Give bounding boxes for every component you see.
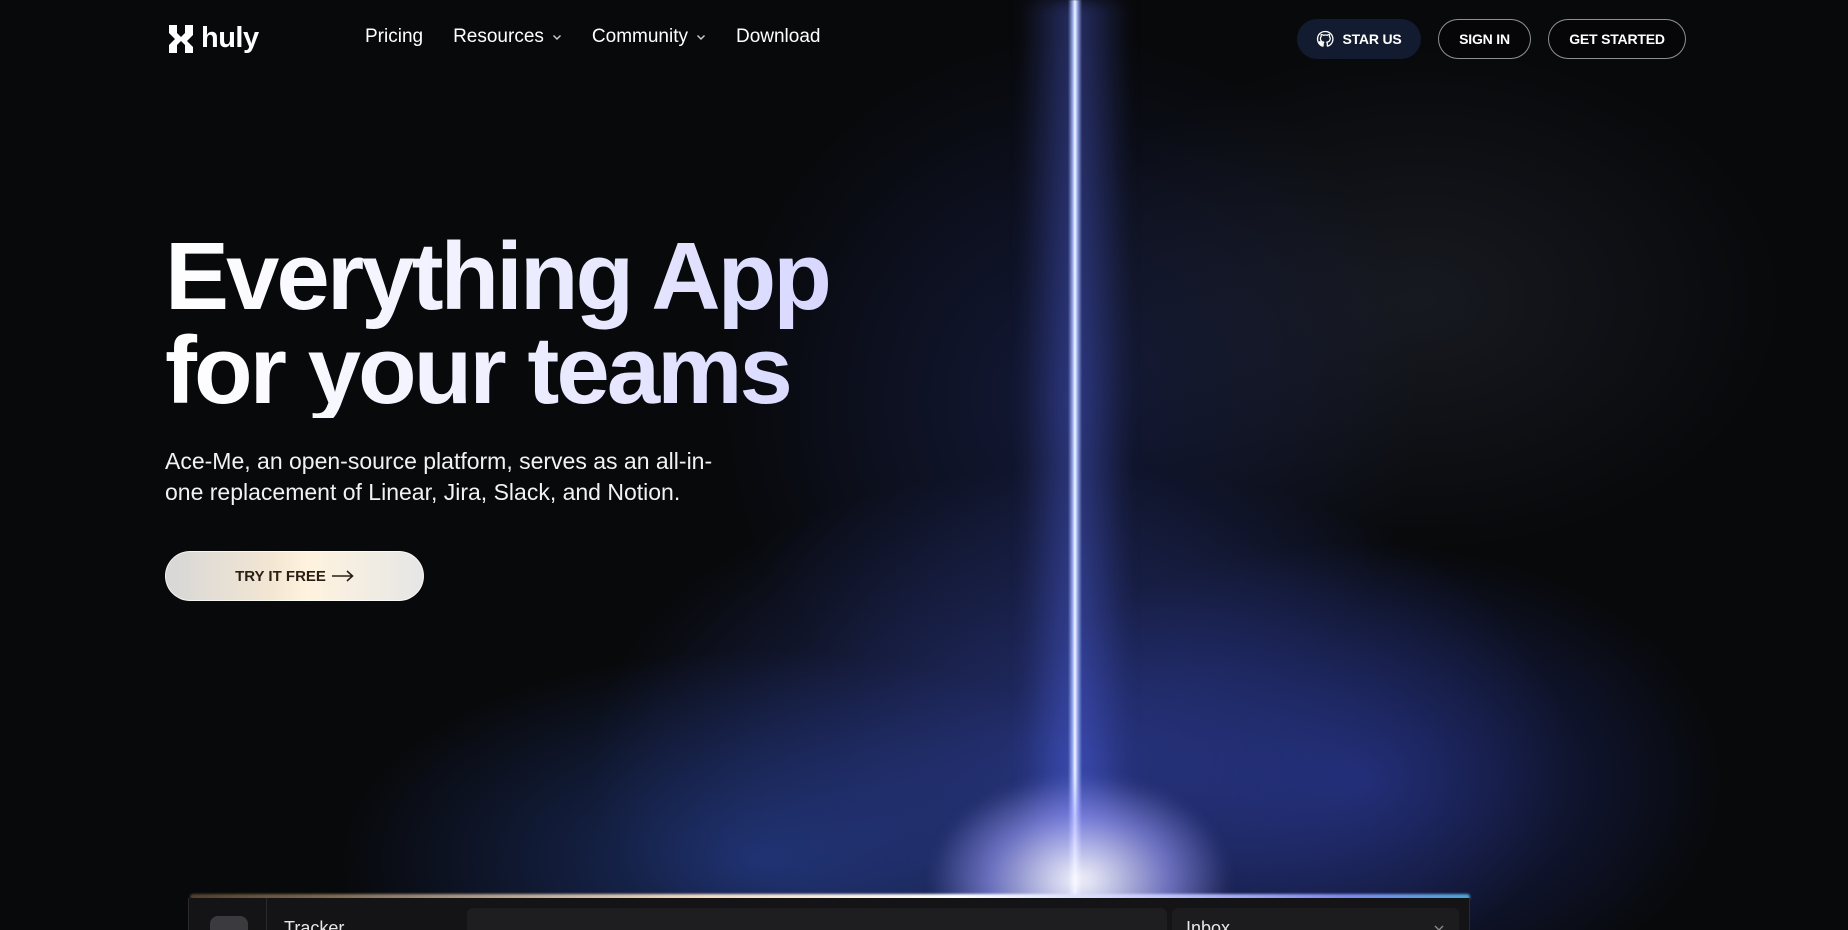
hero-subtitle: Ace-Me, an open-source platform, serves … — [165, 448, 713, 505]
hero-section: Everything App for your teams Ace-Me, an… — [165, 230, 829, 508]
chevron-down-icon — [1434, 925, 1444, 930]
get-started-button[interactable]: GET STARTED — [1548, 19, 1686, 59]
nav-item-label: Community — [591, 26, 688, 47]
nav-item-community[interactable]: Community — [592, 26, 706, 48]
headline-line-1: Everything App — [165, 223, 829, 330]
preview-section-title: Tracker — [284, 918, 345, 930]
try-it-free-label: TRY IT FREE — [235, 567, 326, 585]
sign-in-button[interactable]: SIGN IN — [1438, 19, 1531, 59]
nav-item-label: Resources — [453, 26, 544, 47]
github-icon — [1317, 30, 1335, 47]
preview-sidebar — [189, 898, 267, 930]
chevron-down-icon — [696, 35, 705, 40]
nav-item-label: Download — [735, 26, 821, 47]
light-beam-base-glow — [860, 640, 1300, 920]
preview-search-bar[interactable] — [467, 908, 1167, 930]
try-it-free-button[interactable]: TRY IT FREE — [165, 551, 424, 601]
app-preview: Tracker Inbox — [188, 898, 1470, 930]
nav-item-resources[interactable]: Resources — [453, 26, 562, 48]
chevron-down-icon — [552, 35, 561, 40]
inbox-label: Inbox — [1186, 918, 1231, 930]
preview-inbox-panel[interactable]: Inbox — [1172, 908, 1459, 930]
nav-item-pricing[interactable]: Pricing — [365, 26, 423, 48]
get-started-label: GET STARTED — [1569, 31, 1665, 47]
nav-item-label: Pricing — [365, 26, 424, 47]
main-menu: Pricing Resources Community Download — [365, 26, 820, 48]
workspace-avatar[interactable] — [210, 916, 248, 930]
top-navigation: huly Pricing Resources Community Downloa… — [0, 0, 1848, 78]
huly-logo-icon — [169, 24, 193, 53]
star-us-button[interactable]: STAR US — [1297, 19, 1421, 59]
brand-name: huly — [201, 22, 259, 54]
hero-headline: Everything App for your teams — [165, 230, 829, 418]
header-actions: STAR US SIGN IN GET STARTED — [1297, 19, 1686, 59]
headline-line-2: for your teams — [165, 317, 790, 424]
arrow-right-icon — [331, 570, 354, 582]
sign-in-label: SIGN IN — [1459, 31, 1510, 47]
nav-item-download[interactable]: Download — [736, 26, 821, 48]
brand-logo[interactable]: huly — [166, 22, 259, 55]
star-us-label: STAR US — [1342, 31, 1402, 47]
